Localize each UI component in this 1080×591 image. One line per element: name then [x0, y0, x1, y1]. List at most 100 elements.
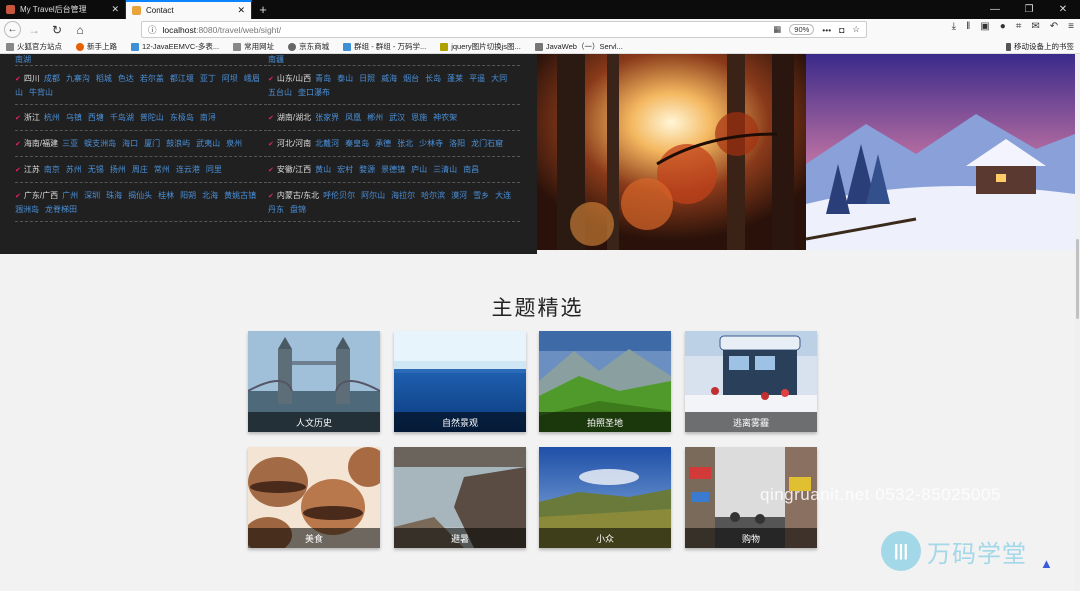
- bookmark-item[interactable]: 京东商城: [288, 41, 329, 52]
- city-link[interactable]: 盘锦: [290, 205, 306, 214]
- city-link[interactable]: 呼伦贝尔: [323, 191, 355, 200]
- city-link[interactable]: 鼓浪屿: [166, 139, 190, 148]
- city-link[interactable]: 乌镇: [66, 113, 82, 122]
- city-link[interactable]: 蓬莱: [447, 74, 463, 83]
- city-link[interactable]: 黄山: [315, 165, 331, 174]
- theme-card[interactable]: 避暑: [394, 447, 526, 548]
- city-link[interactable]: 泰山: [337, 74, 353, 83]
- city-link[interactable]: 北戴河: [315, 139, 339, 148]
- theme-card[interactable]: 自然景观: [394, 331, 526, 432]
- city-link[interactable]: 张家界: [315, 113, 339, 122]
- city-link[interactable]: 五台山: [268, 88, 292, 97]
- mobile-bookmarks[interactable]: 移动设备上的书签: [1006, 41, 1074, 52]
- home-icon[interactable]: ⌂: [70, 21, 90, 39]
- maximize-icon[interactable]: ❐: [1012, 0, 1046, 19]
- zoom-level[interactable]: 90%: [789, 24, 815, 35]
- city-link[interactable]: 阿坝: [222, 74, 238, 83]
- city-link[interactable]: 恩施: [411, 113, 427, 122]
- theme-card[interactable]: 拍照圣地: [539, 331, 671, 432]
- city-link[interactable]: 海口: [122, 139, 138, 148]
- city-link[interactable]: 长岛: [425, 74, 441, 83]
- city-link[interactable]: 秦皇岛: [345, 139, 369, 148]
- bookmark-item[interactable]: 新手上路: [76, 41, 117, 52]
- city-link[interactable]: 雪乡: [473, 191, 489, 200]
- theme-card[interactable]: 人文历史: [248, 331, 380, 432]
- chat-icon[interactable]: ✉: [1031, 21, 1039, 32]
- close-icon[interactable]: ✕: [237, 5, 245, 16]
- city-link[interactable]: 无锡: [88, 165, 104, 174]
- city-link[interactable]: 壶口瀑布: [298, 88, 330, 97]
- bookmark-item[interactable]: 群组 - 群组 - 万码学...: [343, 41, 426, 52]
- tab-contact[interactable]: Contact ✕: [126, 0, 252, 19]
- city-link[interactable]: 珠海: [106, 191, 122, 200]
- city-link[interactable]: 南昌: [463, 165, 479, 174]
- qr-icon[interactable]: ▦: [773, 24, 781, 35]
- city-link[interactable]: 承德: [375, 139, 391, 148]
- city-link[interactable]: 海拉尔: [391, 191, 415, 200]
- city-link[interactable]: 凤凰: [345, 113, 361, 122]
- city-link[interactable]: 涠洲岛: [15, 205, 39, 214]
- city-link[interactable]: 东极岛: [170, 113, 194, 122]
- city-link[interactable]: 桂林: [158, 191, 174, 200]
- city-link[interactable]: 庐山: [411, 165, 427, 174]
- city-link[interactable]: 洛阳: [449, 139, 465, 148]
- pocket-icon[interactable]: ◘: [839, 25, 844, 35]
- download-icon[interactable]: ⤓: [952, 21, 956, 32]
- city-link[interactable]: 漠河: [451, 191, 467, 200]
- bookmark-item[interactable]: jquery图片切换js图...: [440, 41, 521, 52]
- city-link[interactable]: 蜈支洲岛: [84, 139, 116, 148]
- city-link[interactable]: 武汉: [389, 113, 405, 122]
- city-link[interactable]: 厦门: [144, 139, 160, 148]
- city-link[interactable]: 若尔盖: [140, 74, 164, 83]
- city-link[interactable]: 龙脊梯田: [45, 205, 77, 214]
- city-link[interactable]: 神农架: [433, 113, 457, 122]
- city-link[interactable]: 哈尔滨: [421, 191, 445, 200]
- city-link[interactable]: 三清山: [433, 165, 457, 174]
- city-link[interactable]: 同里: [206, 165, 222, 174]
- city-link[interactable]: 张北: [397, 139, 413, 148]
- city-link[interactable]: 大连: [495, 191, 511, 200]
- sidebar-icon[interactable]: ▣: [980, 21, 989, 32]
- star-icon[interactable]: ☆: [852, 24, 860, 35]
- city-link[interactable]: 北海: [202, 191, 218, 200]
- back-to-top-icon[interactable]: ▲: [1040, 556, 1053, 571]
- city-link[interactable]: 青岛: [315, 74, 331, 83]
- city-link[interactable]: 龙门石窟: [471, 139, 503, 148]
- city-link[interactable]: 武夷山: [196, 139, 220, 148]
- city-link[interactable]: 阿尔山: [361, 191, 385, 200]
- screenshot-icon[interactable]: ⌗: [1016, 21, 1022, 32]
- tab-admin[interactable]: My Travel后台管理 ✕: [0, 0, 126, 19]
- reload-icon[interactable]: ↻: [47, 21, 67, 39]
- city-link[interactable]: 成都: [44, 74, 60, 83]
- city-link[interactable]: 日照: [359, 74, 375, 83]
- theme-card[interactable]: 逃离雾霾: [685, 331, 817, 432]
- page-scrollbar[interactable]: [1075, 54, 1080, 591]
- close-window-icon[interactable]: ✕: [1046, 0, 1080, 19]
- city-link[interactable]: 阳朔: [180, 191, 196, 200]
- city-link[interactable]: 九寨沟: [66, 74, 90, 83]
- city-link[interactable]: 景德镇: [381, 165, 405, 174]
- more-icon[interactable]: •••: [822, 25, 831, 35]
- account-icon[interactable]: ●: [1000, 21, 1006, 32]
- city-link[interactable]: 三亚: [62, 139, 78, 148]
- destination-top-link[interactable]: 南疆: [268, 54, 520, 66]
- address-bar[interactable]: ⓘ localhost:8080/travel/web/sight/ ▦ 90%…: [141, 21, 867, 38]
- bookmark-item[interactable]: 12-JavaEEMVC-多表...: [131, 41, 219, 52]
- city-link[interactable]: 牛背山: [29, 88, 53, 97]
- city-link[interactable]: 黄姚古镇: [224, 191, 256, 200]
- bookmark-item[interactable]: 火狐官方站点: [6, 41, 62, 52]
- city-link[interactable]: 平遥: [469, 74, 485, 83]
- city-link[interactable]: 杭州: [44, 113, 60, 122]
- city-link[interactable]: 亚丁: [200, 74, 216, 83]
- city-link[interactable]: 西塘: [88, 113, 104, 122]
- theme-card[interactable]: 美食: [248, 447, 380, 548]
- city-link[interactable]: 连云港: [176, 165, 200, 174]
- city-link[interactable]: 泉州: [226, 139, 242, 148]
- city-link[interactable]: 烟台: [403, 74, 419, 83]
- bookmark-item[interactable]: JavaWeb（一）Servl...: [534, 41, 623, 52]
- city-link[interactable]: 丹东: [268, 205, 284, 214]
- city-link[interactable]: 婺源: [359, 165, 375, 174]
- city-link[interactable]: 大同: [491, 74, 507, 83]
- forward-arrow-icon[interactable]: →: [24, 21, 44, 39]
- destination-top-link[interactable]: 南湖: [15, 54, 267, 66]
